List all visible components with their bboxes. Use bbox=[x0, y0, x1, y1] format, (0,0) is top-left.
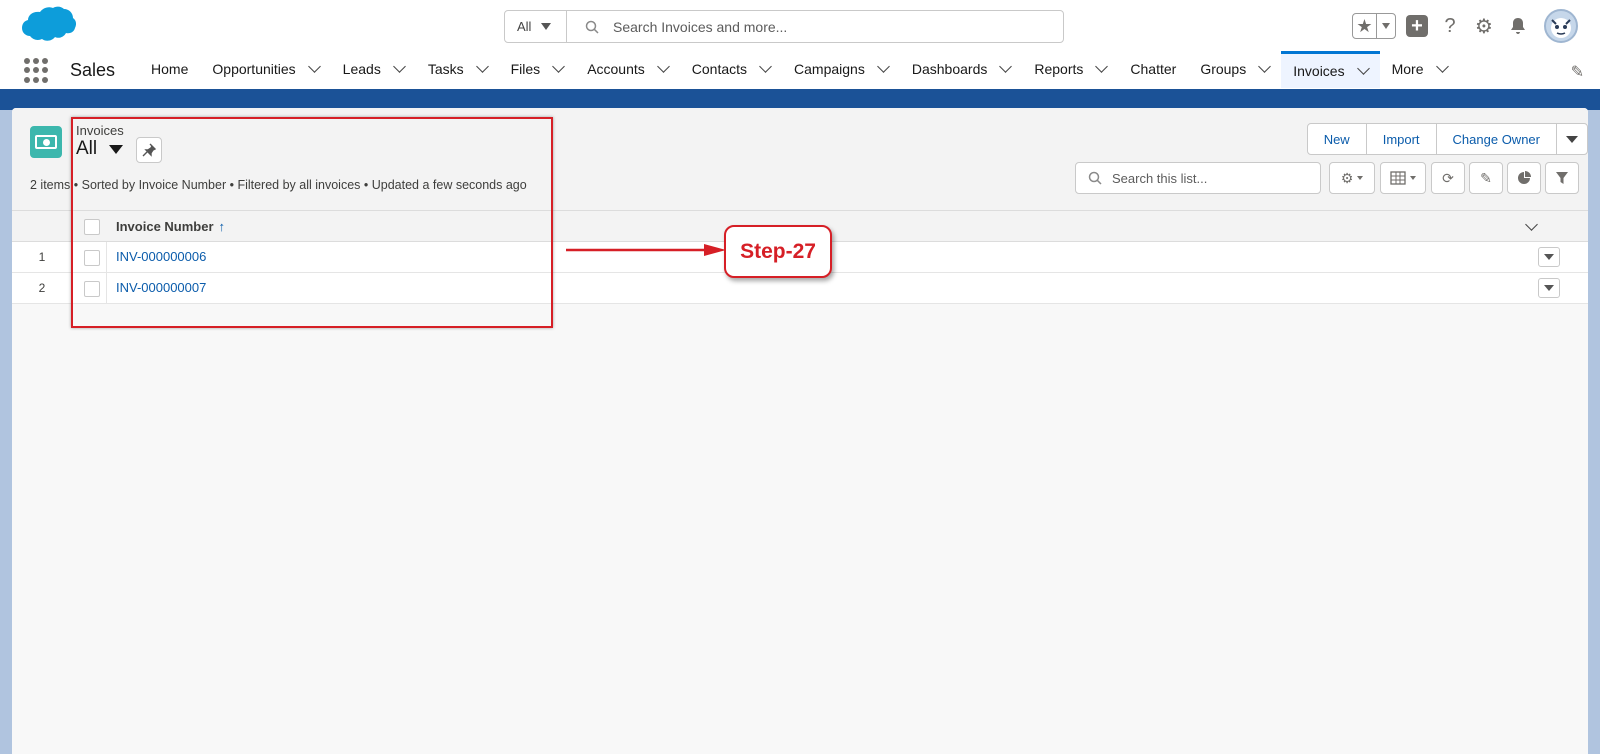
chevron-down-icon[interactable] bbox=[1095, 60, 1109, 73]
global-actions-plus-icon[interactable]: + bbox=[1406, 15, 1428, 37]
search-scope-label: All bbox=[517, 19, 532, 34]
nav-items: Home Opportunities Leads Tasks Files Accounts… bbox=[139, 50, 1459, 91]
chevron-down-icon[interactable] bbox=[1356, 61, 1370, 75]
app-name: Sales bbox=[70, 60, 116, 80]
chevron-down-icon bbox=[1566, 135, 1578, 143]
charts-button[interactable] bbox=[1507, 162, 1541, 194]
nav-tab-label: Opportunities bbox=[212, 61, 296, 77]
nav-tab-label: Invoices bbox=[1293, 62, 1345, 79]
nav-tab-opportunities[interactable]: Opportunities bbox=[200, 51, 330, 88]
nav-tab-label: Contacts bbox=[691, 61, 748, 77]
app-launcher-icon[interactable] bbox=[24, 57, 50, 84]
row-number: 2 bbox=[38, 281, 46, 295]
search-scope-select[interactable]: All bbox=[505, 11, 567, 42]
nav-tab-groups[interactable]: Groups bbox=[1188, 51, 1281, 88]
search-icon bbox=[585, 20, 599, 34]
nav-tab-label: Reports bbox=[1034, 61, 1084, 77]
nav-tab-reports[interactable]: Reports bbox=[1022, 51, 1118, 88]
row-number: 1 bbox=[38, 250, 46, 264]
chevron-down-icon[interactable] bbox=[552, 60, 566, 73]
star-icon: ★ bbox=[1353, 14, 1377, 38]
new-button[interactable]: New bbox=[1306, 123, 1367, 155]
nav-tab-label: More bbox=[1391, 61, 1424, 77]
edit-nav-pencil-icon[interactable]: ✎ bbox=[1571, 62, 1584, 82]
table-icon bbox=[1390, 171, 1406, 185]
annotation-arrow-icon bbox=[566, 244, 726, 256]
import-button[interactable]: Import bbox=[1365, 123, 1437, 155]
nav-tab-label: Tasks bbox=[427, 61, 464, 77]
annotation-step-callout: Step-27 bbox=[724, 225, 832, 278]
row-actions-button[interactable] bbox=[1538, 247, 1560, 267]
refresh-button[interactable]: ⟳ bbox=[1431, 162, 1465, 194]
list-actions: New Import Change Owner bbox=[1306, 123, 1588, 155]
chevron-down-icon[interactable] bbox=[1258, 60, 1272, 73]
nav-tab-label: Home bbox=[151, 61, 189, 77]
nav-tab-tasks[interactable]: Tasks bbox=[416, 51, 499, 88]
chevron-down-icon[interactable] bbox=[656, 60, 670, 73]
empty-list-area bbox=[12, 304, 1588, 754]
nav-tab-label: Accounts bbox=[587, 61, 645, 77]
global-header: All Search Invoices and more... ★ + ? ⚙ bbox=[0, 0, 1600, 52]
nav-tab-label: Files bbox=[510, 61, 541, 77]
refresh-icon: ⟳ bbox=[1442, 169, 1454, 186]
gear-icon: ⚙ bbox=[1340, 169, 1354, 186]
header-utility-icons: ★ + ? ⚙ bbox=[1352, 6, 1600, 46]
search-input[interactable]: Search Invoices and more... bbox=[567, 11, 1063, 42]
nav-tab-label: Campaigns bbox=[794, 61, 865, 77]
list-search-input[interactable]: Search this list... bbox=[1075, 162, 1321, 194]
bell-icon[interactable] bbox=[1506, 14, 1530, 38]
nav-tab-label: Leads bbox=[342, 61, 381, 77]
nav-tab-label: Dashboards bbox=[911, 61, 988, 77]
invoice-object-icon bbox=[30, 126, 62, 158]
nav-tab-invoices[interactable]: Invoices bbox=[1281, 50, 1380, 88]
change-owner-button[interactable]: Change Owner bbox=[1435, 123, 1557, 155]
display-as-button[interactable] bbox=[1380, 162, 1426, 194]
inline-edit-button[interactable]: ✎ bbox=[1469, 162, 1503, 194]
gear-icon[interactable]: ⚙ bbox=[1472, 14, 1496, 38]
list-search-placeholder: Search this list... bbox=[1112, 170, 1208, 186]
chevron-down-icon bbox=[1544, 254, 1554, 260]
chevron-down-icon[interactable] bbox=[876, 60, 890, 73]
chevron-down-icon[interactable] bbox=[392, 60, 406, 73]
nav-tab-home[interactable]: Home bbox=[139, 51, 200, 88]
search-placeholder: Search Invoices and more... bbox=[613, 18, 788, 35]
nav-tab-leads[interactable]: Leads bbox=[331, 51, 416, 88]
app-navigation-bar: Sales Home Opportunities Leads Tasks Files Ac… bbox=[0, 50, 1600, 92]
chevron-down-icon[interactable] bbox=[759, 60, 772, 73]
annotation-highlight-box bbox=[71, 117, 553, 328]
more-actions-button[interactable] bbox=[1556, 123, 1588, 155]
favorites-menu-button[interactable] bbox=[1377, 23, 1395, 29]
nav-tab-chatter[interactable]: Chatter bbox=[1118, 51, 1188, 88]
nav-tab-campaigns[interactable]: Campaigns bbox=[782, 51, 900, 88]
user-avatar[interactable] bbox=[1544, 9, 1578, 43]
nav-tab-contacts[interactable]: Contacts bbox=[680, 51, 782, 88]
chevron-down-icon bbox=[1544, 285, 1554, 291]
row-actions-button[interactable] bbox=[1538, 278, 1560, 298]
nav-tab-dashboards[interactable]: Dashboards bbox=[900, 51, 1023, 88]
nav-tab-accounts[interactable]: Accounts bbox=[575, 51, 680, 88]
chevron-down-icon bbox=[541, 23, 552, 30]
list-settings-button[interactable]: ⚙ bbox=[1329, 162, 1375, 194]
search-icon bbox=[1088, 171, 1102, 185]
favorites-button[interactable]: ★ bbox=[1352, 13, 1396, 39]
filter-button[interactable] bbox=[1545, 162, 1579, 194]
chevron-down-icon[interactable] bbox=[1435, 60, 1449, 73]
chevron-down-icon[interactable] bbox=[475, 60, 489, 73]
nav-tab-label: Chatter bbox=[1130, 61, 1177, 77]
pie-chart-icon bbox=[1518, 171, 1531, 184]
column-actions-chevron-icon[interactable] bbox=[1525, 218, 1538, 231]
global-search[interactable]: All Search Invoices and more... bbox=[504, 10, 1064, 43]
chevron-down-icon[interactable] bbox=[999, 60, 1013, 73]
pencil-icon: ✎ bbox=[1480, 169, 1492, 186]
salesforce-logo-icon[interactable] bbox=[16, 6, 76, 48]
nav-tab-label: Groups bbox=[1200, 61, 1247, 77]
nav-tab-more[interactable]: More bbox=[1380, 51, 1459, 88]
help-icon[interactable]: ? bbox=[1438, 14, 1462, 38]
filter-icon bbox=[1556, 172, 1568, 184]
nav-tab-files[interactable]: Files bbox=[499, 51, 576, 88]
chevron-down-icon[interactable] bbox=[307, 60, 321, 73]
